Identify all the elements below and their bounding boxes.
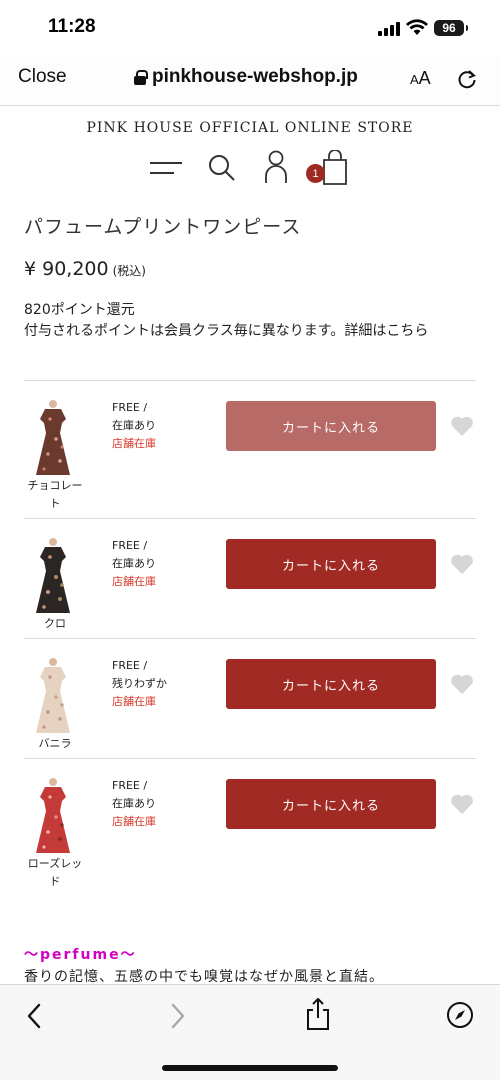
- lock-icon: [134, 70, 148, 85]
- variant-size: FREE /: [112, 659, 148, 672]
- dress-thumbnail[interactable]: [28, 399, 78, 479]
- variant-list: チョコレー ト FREE / 在庫あり 店舗在庫 カートに入れる クロ FREE…: [24, 380, 476, 898]
- reload-icon[interactable]: [456, 68, 478, 90]
- product-name: パフュームプリントワンピース: [24, 216, 302, 238]
- color-line-2: ド: [49, 875, 61, 888]
- back-icon[interactable]: [22, 1001, 46, 1031]
- variant-row-chocolate: チョコレー ト FREE / 在庫あり 店舗在庫 カートに入れる: [24, 380, 476, 518]
- variant-color-label: ローズレッ ド: [24, 855, 86, 891]
- color-line-1: クロ: [44, 617, 66, 630]
- search-icon[interactable]: [207, 153, 237, 183]
- status-time: 11:28: [48, 16, 96, 37]
- variant-row-rose-red: ローズレッ ド FREE / 在庫あり 店舗在庫 カートに入れる: [24, 758, 476, 898]
- variant-stock: 在庫あり: [112, 797, 156, 810]
- variant-info: FREE / 残りわずか 店舗在庫: [112, 657, 167, 711]
- price-value: ¥ 90,200: [24, 258, 109, 280]
- perfume-heading: 〜perfume〜: [24, 947, 137, 963]
- browser-toolbar: Close pinkhouse-webshop.jp AA: [0, 56, 500, 106]
- perfume-description: 香りの記憶、五感の中でも嗅覚はなぜか風景と直結。: [24, 969, 384, 985]
- points-reward: 820ポイント還元: [24, 302, 135, 318]
- heart-icon[interactable]: [450, 553, 474, 575]
- variant-color-label: クロ: [24, 615, 86, 633]
- aa-big-letter: A: [418, 68, 431, 88]
- home-indicator: [162, 1065, 338, 1071]
- status-bar: 11:28 96: [0, 0, 500, 56]
- dress-thumbnail[interactable]: [28, 657, 78, 737]
- store-stock-link[interactable]: 店舗在庫: [112, 813, 156, 831]
- store-stock-link[interactable]: 店舗在庫: [112, 693, 167, 711]
- variant-stock: 在庫あり: [112, 557, 156, 570]
- signal-icon: [378, 22, 402, 36]
- store-stock-link[interactable]: 店舗在庫: [112, 435, 156, 453]
- variant-stock: 在庫あり: [112, 419, 156, 432]
- bottom-toolbar: [0, 984, 500, 1080]
- battery-indicator: 96: [434, 20, 468, 36]
- color-line-1: ローズレッ: [27, 857, 83, 870]
- menu-icon[interactable]: [150, 160, 182, 176]
- tax-label: (税込): [112, 264, 146, 278]
- reader-settings-button[interactable]: AA: [410, 68, 431, 89]
- compass-icon[interactable]: [446, 1001, 474, 1029]
- address-bar[interactable]: pinkhouse-webshop.jp: [134, 66, 358, 88]
- store-stock-link[interactable]: 店舗在庫: [112, 573, 156, 591]
- heart-icon[interactable]: [450, 673, 474, 695]
- add-to-cart-button[interactable]: カートに入れる: [226, 401, 436, 451]
- user-icon[interactable]: [262, 150, 290, 184]
- heart-icon[interactable]: [450, 793, 474, 815]
- dress-thumbnail[interactable]: [28, 777, 78, 857]
- variant-size: FREE /: [112, 401, 148, 414]
- variant-stock: 残りわずか: [112, 677, 167, 690]
- close-button[interactable]: Close: [18, 66, 67, 88]
- variant-info: FREE / 在庫あり 店舗在庫: [112, 777, 156, 831]
- points-details-link[interactable]: 付与されるポイントは会員クラス毎に異なります。詳細はこちら: [24, 321, 428, 342]
- dress-thumbnail[interactable]: [28, 537, 78, 617]
- add-to-cart-button[interactable]: カートに入れる: [226, 539, 436, 589]
- cart-count-badge[interactable]: 1: [306, 164, 325, 183]
- variant-info: FREE / 在庫あり 店舗在庫: [112, 537, 156, 591]
- color-line-1: バニラ: [38, 737, 72, 750]
- variant-color-label: チョコレー ト: [24, 477, 86, 513]
- forward-icon[interactable]: [166, 1001, 190, 1031]
- url-text: pinkhouse-webshop.jp: [152, 66, 358, 87]
- variant-row-black: クロ FREE / 在庫あり 店舗在庫 カートに入れる: [24, 518, 476, 638]
- product-price: ¥ 90,200 (税込): [24, 258, 146, 280]
- variant-info: FREE / 在庫あり 店舗在庫: [112, 399, 156, 453]
- points-info: 820ポイント還元 付与されるポイントは会員クラス毎に異なります。詳細はこちら: [24, 300, 428, 342]
- variant-color-label: バニラ: [24, 735, 86, 753]
- variant-size: FREE /: [112, 539, 148, 552]
- wifi-icon: [406, 19, 428, 35]
- color-line-2: ト: [49, 497, 61, 510]
- aa-small-letter: A: [410, 72, 419, 87]
- share-icon[interactable]: [305, 997, 331, 1031]
- color-line-1: チョコレー: [27, 479, 83, 492]
- store-title[interactable]: PINK HOUSE OFFICIAL ONLINE STORE: [0, 120, 500, 136]
- add-to-cart-button[interactable]: カートに入れる: [226, 779, 436, 829]
- store-header-icons: [0, 148, 500, 188]
- heart-icon[interactable]: [450, 415, 474, 437]
- variant-row-vanilla: バニラ FREE / 残りわずか 店舗在庫 カートに入れる: [24, 638, 476, 758]
- variant-size: FREE /: [112, 779, 148, 792]
- add-to-cart-button[interactable]: カートに入れる: [226, 659, 436, 709]
